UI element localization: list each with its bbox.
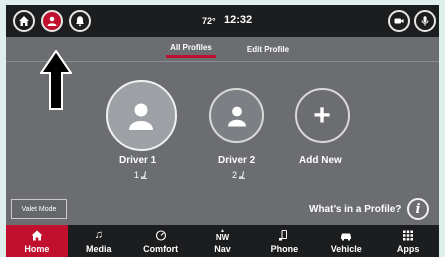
profile-name: Driver 2 [218, 155, 256, 166]
camera-icon[interactable] [388, 10, 410, 32]
car-icon [340, 229, 352, 242]
nav-home[interactable]: Home [6, 225, 68, 257]
seat-memory-label: 1 [134, 170, 148, 180]
avatar [105, 80, 177, 151]
seat-number: 2 [232, 170, 238, 180]
nav-apps[interactable]: Apps [377, 225, 439, 257]
seat-memory-label: 2 [232, 170, 246, 180]
avatar [209, 88, 264, 143]
nav-nav[interactable]: ▲ NW Nav [192, 225, 254, 257]
seat-icon [141, 171, 148, 179]
microphone-icon[interactable] [414, 10, 436, 32]
compass-icon: ▲ NW [215, 228, 230, 242]
status-bar: 72° 12:32 [6, 5, 439, 37]
add-profile-button[interactable]: + [293, 88, 351, 143]
profile-name: Driver 1 [119, 155, 157, 166]
tab-all-profiles[interactable]: All Profiles [166, 40, 216, 58]
person-icon [227, 106, 246, 126]
whats-in-profile-link[interactable]: What’s in a Profile? [309, 204, 401, 215]
valet-mode-button[interactable]: Valet Mode [11, 199, 67, 219]
apps-grid-icon [402, 229, 414, 242]
bottom-nav: Home ♫ Media Comfort ▲ NW Nav Phone Vehi… [6, 225, 439, 257]
phone-icon [278, 229, 290, 242]
nav-phone[interactable]: Phone [253, 225, 315, 257]
plus-icon: + [294, 88, 350, 143]
screen: 72° 12:32 All Profiles Edit Profile Driv… [6, 5, 439, 257]
profile-icon[interactable] [41, 10, 63, 32]
up-arrow-icon [40, 50, 72, 110]
music-note-icon: ♫ [94, 228, 103, 241]
info-icon[interactable]: i [407, 198, 429, 220]
home-icon[interactable] [13, 10, 35, 32]
add-new-label: Add New [299, 155, 342, 166]
person-icon [129, 103, 153, 130]
nav-vehicle[interactable]: Vehicle [315, 225, 377, 257]
notification-bell-icon[interactable] [69, 10, 91, 32]
compass-heading: NW [215, 233, 230, 242]
climate-dial-icon [155, 229, 167, 242]
clock: 12:32 [224, 14, 253, 26]
temperature: 72° [202, 16, 216, 26]
seat-number: 1 [134, 170, 140, 180]
nav-media[interactable]: ♫ Media [68, 225, 130, 257]
profile-driver-2[interactable] [209, 88, 264, 143]
profile-driver-1[interactable] [104, 80, 178, 151]
tab-edit-profile[interactable]: Edit Profile [238, 40, 298, 58]
seat-icon [239, 171, 246, 179]
nav-comfort[interactable]: Comfort [130, 225, 192, 257]
home-icon [31, 229, 43, 242]
